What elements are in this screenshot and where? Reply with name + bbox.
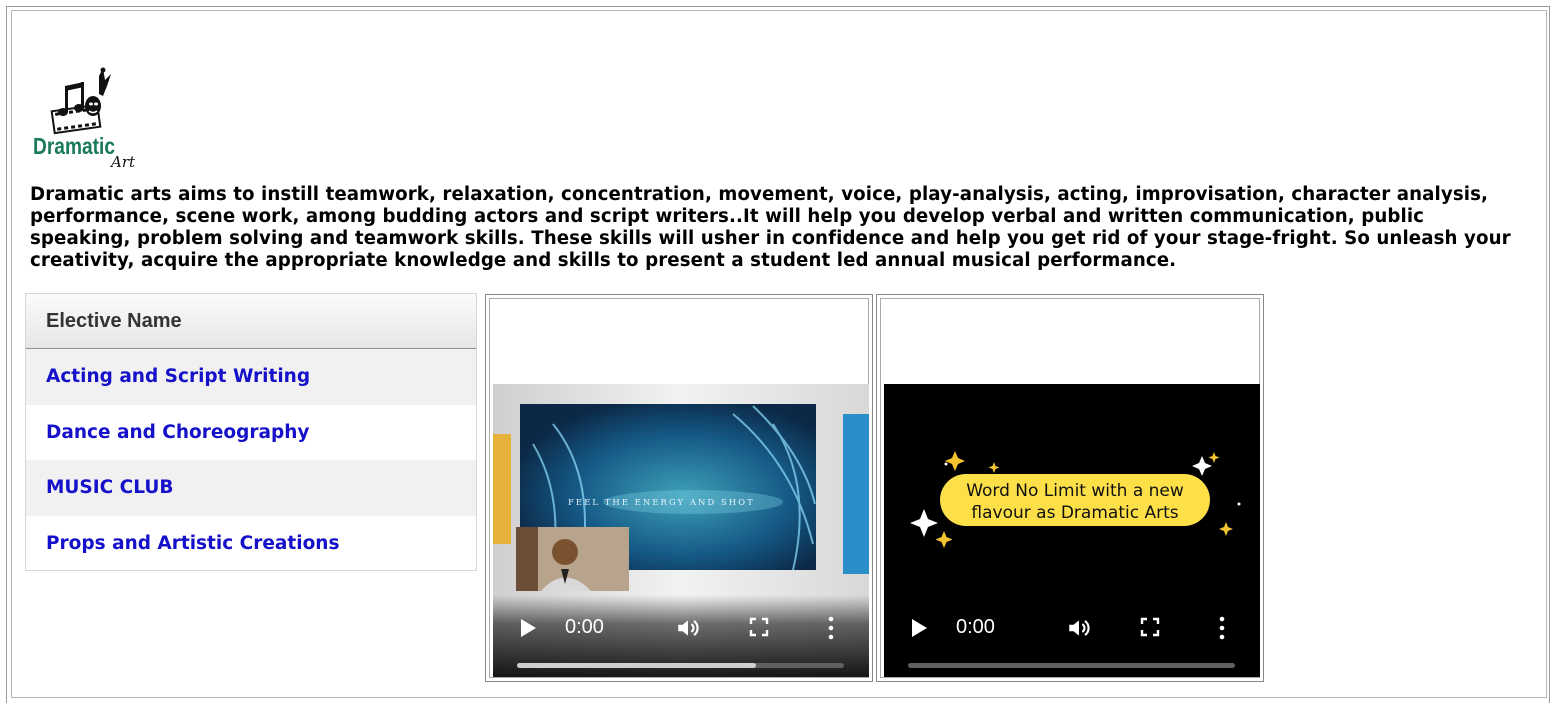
video-progress-bar-2[interactable]: [908, 663, 1235, 668]
video-player-2[interactable]: Word No Limit with a new flavour as Dram…: [884, 384, 1260, 677]
more-options-icon[interactable]: [1218, 616, 1226, 640]
elective-table: Elective Name Acting and Script Writing …: [25, 293, 477, 571]
table-row: Props and Artistic Creations: [26, 516, 476, 572]
play-icon[interactable]: [912, 619, 927, 637]
video-progress-bar-1[interactable]: [517, 663, 844, 668]
volume-icon[interactable]: [675, 615, 701, 641]
video-buffered-fill-1: [517, 663, 756, 668]
intro-paragraph: Dramatic arts aims to instill teamwork, …: [30, 184, 1511, 271]
video-overlay-text: FEEL THE ENERGY AND SHOT: [568, 498, 755, 508]
video-controls-1: 0:00: [493, 595, 869, 677]
video-controls-2: 0:00: [884, 595, 1260, 677]
table-row: MUSIC CLUB: [26, 460, 476, 516]
elective-link-dance[interactable]: Dance and Choreography: [46, 422, 309, 443]
more-options-icon[interactable]: [827, 616, 835, 640]
video-time-2: 0:00: [956, 616, 995, 638]
logo-text: Dramatic: [33, 133, 115, 159]
elective-link-props[interactable]: Props and Artistic Creations: [46, 533, 339, 554]
elective-link-music-club[interactable]: MUSIC CLUB: [46, 477, 174, 498]
video-time-1: 0:00: [565, 616, 604, 638]
dramatic-arts-logo: Dramatic Arts: [33, 67, 135, 170]
fullscreen-icon[interactable]: [1140, 617, 1160, 637]
volume-icon[interactable]: [1066, 615, 1092, 641]
elective-link-acting[interactable]: Acting and Script Writing: [46, 366, 310, 387]
video-controls-bar-1: 0:00: [493, 616, 869, 649]
theatre-mask-icon: [85, 67, 111, 116]
elective-table-header: Elective Name: [26, 294, 476, 349]
play-icon[interactable]: [521, 619, 536, 637]
video-banner-line-2: flavour as Dramatic Arts: [971, 503, 1178, 523]
video-cell-1: FEEL THE ENERGY AND SHOT 0:00: [485, 294, 873, 682]
video-cell-2: Word No Limit with a new flavour as Dram…: [876, 294, 1264, 682]
video-player-1[interactable]: FEEL THE ENERGY AND SHOT 0:00: [493, 384, 869, 677]
fullscreen-icon[interactable]: [749, 617, 769, 637]
elective-list: Acting and Script Writing Dance and Chor…: [26, 349, 476, 571]
video-banner-line-1: Word No Limit with a new: [966, 481, 1184, 501]
video-frame-1: FEEL THE ENERGY AND SHOT 0:00: [489, 298, 869, 678]
video-frame-2: Word No Limit with a new flavour as Dram…: [880, 298, 1260, 678]
table-row: Acting and Script Writing: [26, 349, 476, 405]
logo-script-text: Arts: [109, 153, 135, 170]
table-row: Dance and Choreography: [26, 405, 476, 461]
video-controls-bar-2: 0:00: [884, 616, 1260, 649]
